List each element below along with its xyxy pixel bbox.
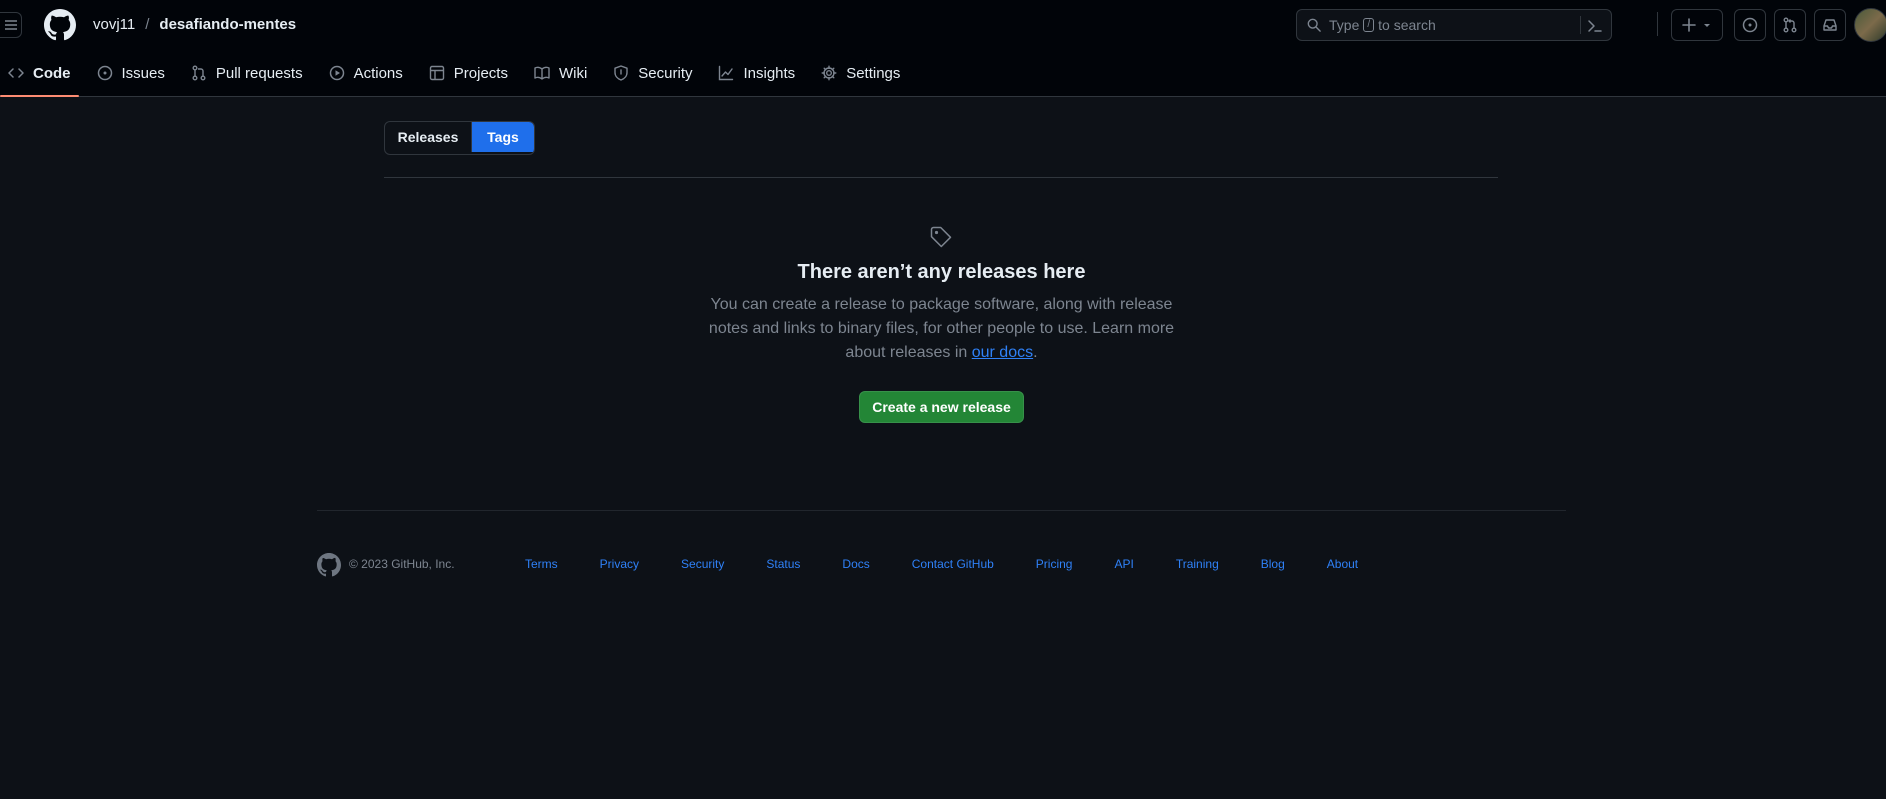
tab-issues[interactable]: Issues — [89, 58, 173, 88]
table-icon — [429, 65, 444, 81]
tab-label: Insights — [743, 64, 796, 82]
search-icon — [1307, 18, 1321, 32]
footer-link-training[interactable]: Training — [1176, 557, 1219, 571]
tab-wiki[interactable]: Wiki — [526, 58, 595, 88]
footer-link-terms[interactable]: Terms — [525, 557, 558, 571]
releases-tags-toggle: Releases Tags — [384, 121, 535, 155]
code-icon — [8, 68, 24, 78]
graph-icon — [719, 65, 734, 81]
footer-link-status[interactable]: Status — [766, 557, 800, 571]
search-placeholder-prefix: Type — [1329, 17, 1360, 33]
search-input[interactable]: Type / to search — [1296, 9, 1612, 41]
issues-button[interactable] — [1734, 9, 1766, 41]
tab-actions[interactable]: Actions — [321, 58, 411, 88]
footer-links: Terms Privacy Security Status Docs Conta… — [525, 557, 1358, 571]
inbox-icon — [1823, 19, 1837, 31]
blankslate-title: There aren’t any releases here — [797, 261, 1086, 283]
github-logo[interactable] — [44, 9, 76, 41]
footer-copyright: © 2023 GitHub, Inc. — [349, 557, 455, 571]
tab-label: Issues — [121, 64, 165, 82]
divider — [384, 177, 1498, 178]
tab-label: Code — [33, 64, 71, 82]
tab-label: Projects — [453, 64, 508, 82]
issue-opened-icon — [97, 65, 112, 81]
git-pull-request-icon — [192, 65, 206, 81]
search-placeholder: Type / to search — [1329, 17, 1436, 33]
footer-link-security[interactable]: Security — [681, 557, 724, 571]
tags-tab[interactable]: Tags — [472, 122, 534, 152]
tab-projects[interactable]: Projects — [421, 58, 516, 88]
create-release-button[interactable]: Create a new release — [859, 391, 1024, 423]
gear-icon — [821, 65, 837, 81]
footer-link-about[interactable]: About — [1327, 557, 1358, 571]
footer-link-contact[interactable]: Contact GitHub — [912, 557, 994, 571]
blankslate-period: . — [1033, 344, 1038, 361]
pull-requests-button[interactable] — [1774, 9, 1806, 41]
tag-icon — [929, 225, 953, 249]
footer-divider — [317, 510, 1566, 511]
avatar[interactable] — [1854, 8, 1886, 42]
tab-security[interactable]: Security — [605, 58, 700, 88]
search-shortcut-key: / — [1363, 18, 1375, 32]
global-header: vovj11 / desafiando-mentes Type / to sea… — [0, 0, 1886, 97]
hamburger-icon — [4, 20, 17, 30]
repo-name-link[interactable]: desafiando-mentes — [159, 15, 296, 35]
blankslate-text: You can create a release to package soft… — [708, 296, 1175, 361]
tab-label: Actions — [353, 64, 403, 82]
blankslate-description: You can create a release to package soft… — [700, 293, 1183, 365]
plus-icon — [1682, 18, 1696, 32]
git-pull-request-icon — [1783, 17, 1797, 33]
github-mark-icon — [44, 9, 76, 41]
footer-link-privacy[interactable]: Privacy — [600, 557, 639, 571]
docs-link[interactable]: our docs — [972, 344, 1033, 361]
header-divider — [1657, 12, 1658, 36]
inbox-button[interactable] — [1814, 9, 1846, 41]
search-placeholder-suffix: to search — [1378, 17, 1436, 33]
tab-insights[interactable]: Insights — [710, 58, 803, 88]
tab-label: Security — [638, 64, 693, 82]
releases-tab[interactable]: Releases — [385, 122, 472, 152]
tab-settings[interactable]: Settings — [813, 58, 908, 88]
tab-code[interactable]: Code — [0, 58, 79, 97]
github-mark-icon — [317, 553, 341, 577]
shield-icon — [614, 65, 628, 81]
tab-label: Wiki — [558, 64, 588, 82]
tab-label: Pull requests — [215, 64, 303, 82]
repo-owner-link[interactable]: vovj11 — [93, 15, 135, 35]
issue-opened-icon — [1742, 17, 1758, 33]
footer-link-blog[interactable]: Blog — [1261, 557, 1285, 571]
footer-link-pricing[interactable]: Pricing — [1036, 557, 1073, 571]
footer-logo[interactable] — [317, 553, 341, 577]
triangle-down-icon — [1704, 24, 1710, 27]
play-icon — [329, 65, 344, 81]
footer-link-api[interactable]: API — [1114, 557, 1133, 571]
footer-link-docs[interactable]: Docs — [842, 557, 869, 571]
tab-pull-requests[interactable]: Pull requests — [183, 58, 311, 88]
create-new-button[interactable] — [1671, 9, 1723, 41]
tab-label: Settings — [846, 64, 901, 82]
book-icon — [534, 66, 550, 80]
menu-button[interactable] — [0, 12, 22, 38]
breadcrumb: vovj11 / desafiando-mentes — [93, 15, 296, 35]
command-palette-icon[interactable] — [1587, 18, 1603, 34]
search-divider — [1580, 16, 1581, 34]
breadcrumb-separator: / — [145, 16, 150, 33]
repo-nav: Code Issues Pull requests Actions Projec… — [0, 58, 918, 97]
